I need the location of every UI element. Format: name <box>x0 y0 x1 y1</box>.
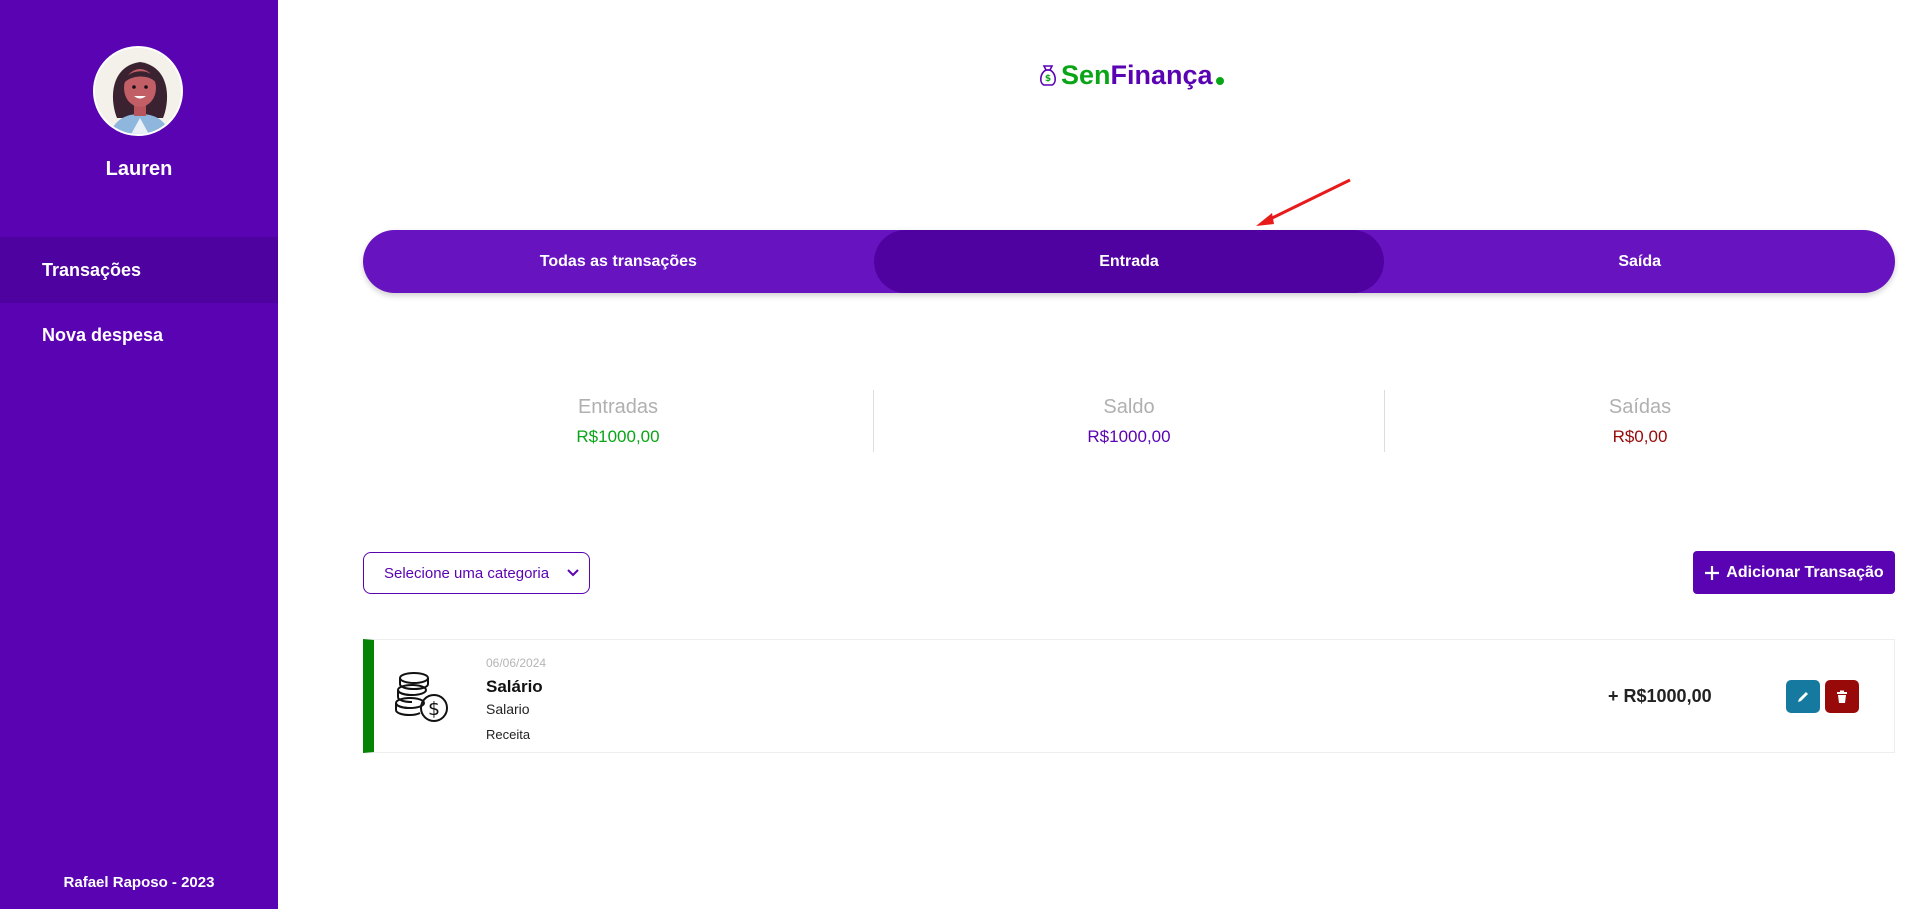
username: Lauren <box>105 158 173 180</box>
filter-tabs: Todas as transações Entrada Saída <box>363 230 1895 293</box>
edit-button[interactable] <box>1786 680 1820 713</box>
category-select-label: Selecione uma categoria <box>384 564 550 582</box>
pencil-icon <box>1798 691 1808 702</box>
avatar <box>93 46 183 136</box>
add-transaction-button[interactable]: Adicionar Transação <box>1693 551 1895 594</box>
brand-sen: Sen <box>1061 59 1111 90</box>
saldo-value: R$1000,00 <box>1087 426 1171 446</box>
app-root: Lauren Transações Nova despesa Rafael Ra… <box>0 0 1916 909</box>
red-arrow-annotation <box>1256 178 1351 226</box>
user-avatar-icon <box>95 48 181 134</box>
summary-saldo: Saldo R$1000,00 <box>874 390 1385 452</box>
app-logo: $ Sen Finança <box>1038 58 1224 92</box>
delete-button[interactable] <box>1825 680 1859 713</box>
add-transaction-label: Adicionar Transação <box>1726 563 1884 581</box>
svg-text:$: $ <box>428 698 440 720</box>
tab-todas[interactable]: Todas as transações <box>363 230 874 293</box>
tab-entrada[interactable]: Entrada <box>873 230 1385 293</box>
sidebar-item-nova-despesa[interactable]: Nova despesa <box>0 302 278 368</box>
chevron-down-icon <box>567 569 579 577</box>
category-select[interactable]: Selecione uma categoria <box>363 552 590 594</box>
tab-saida[interactable]: Saída <box>1384 230 1895 293</box>
summary-saidas: Saídas R$0,00 <box>1385 390 1895 452</box>
brand-financa: Finança <box>1110 59 1213 90</box>
entradas-label: Entradas <box>577 395 659 418</box>
entradas-value: R$1000,00 <box>576 426 660 446</box>
coins-dollar-icon: $ <box>395 672 448 722</box>
transaction-description: Salario <box>486 701 530 717</box>
saldo-label: Saldo <box>1103 395 1155 418</box>
money-bag-icon: $ <box>1040 65 1056 86</box>
sidebar: Lauren Transações Nova despesa Rafael Ra… <box>0 0 278 909</box>
transaction-amount: + R$1000,00 <box>1608 686 1712 706</box>
brand-dot <box>1215 77 1224 85</box>
svg-text:$: $ <box>1045 74 1051 84</box>
transaction-date: 06/06/2024 <box>486 656 547 670</box>
saidas-label: Saídas <box>1608 395 1672 418</box>
sidebar-footer: Rafael Raposo - 2023 <box>63 874 215 891</box>
transaction-type: Receita <box>486 727 531 742</box>
summary-entradas: Entradas R$1000,00 <box>363 390 874 452</box>
transaction-row[interactable]: $ 06/06/2024 Salário Salario Receita + R… <box>363 639 1895 753</box>
sidebar-item-transacoes[interactable]: Transações <box>0 237 278 303</box>
plus-icon <box>1705 565 1720 580</box>
trash-icon <box>1837 690 1847 703</box>
summary: Entradas R$1000,00 Saldo R$1000,00 Saída… <box>363 390 1895 452</box>
saidas-value: R$0,00 <box>1612 426 1668 446</box>
transaction-title: Salário <box>486 677 543 696</box>
